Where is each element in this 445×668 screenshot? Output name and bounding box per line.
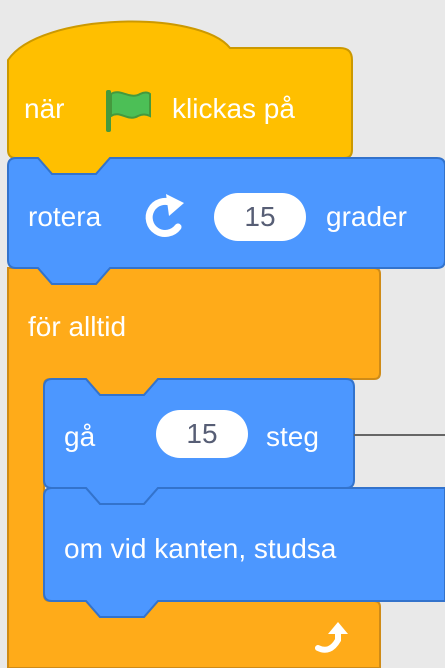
move-prefix: gå (64, 421, 96, 452)
bounce-label: om vid kanten, studsa (64, 533, 337, 564)
script-area: när klickas på rotera 15 grader för allt… (0, 0, 445, 668)
turn-suffix: grader (326, 201, 407, 232)
move-suffix: steg (266, 421, 319, 452)
loop-arrow-icon (315, 622, 348, 653)
green-flag-icon (106, 90, 151, 132)
forever-label: för alltid (28, 311, 127, 342)
turn-degrees-input[interactable]: 15 (214, 193, 306, 241)
hat-prefix: när (24, 93, 65, 124)
hat-suffix: klickas på (172, 93, 295, 124)
turn-prefix: rotera (28, 201, 102, 232)
rotate-right-icon (145, 194, 184, 237)
move-steps-input[interactable]: 15 (156, 410, 248, 458)
